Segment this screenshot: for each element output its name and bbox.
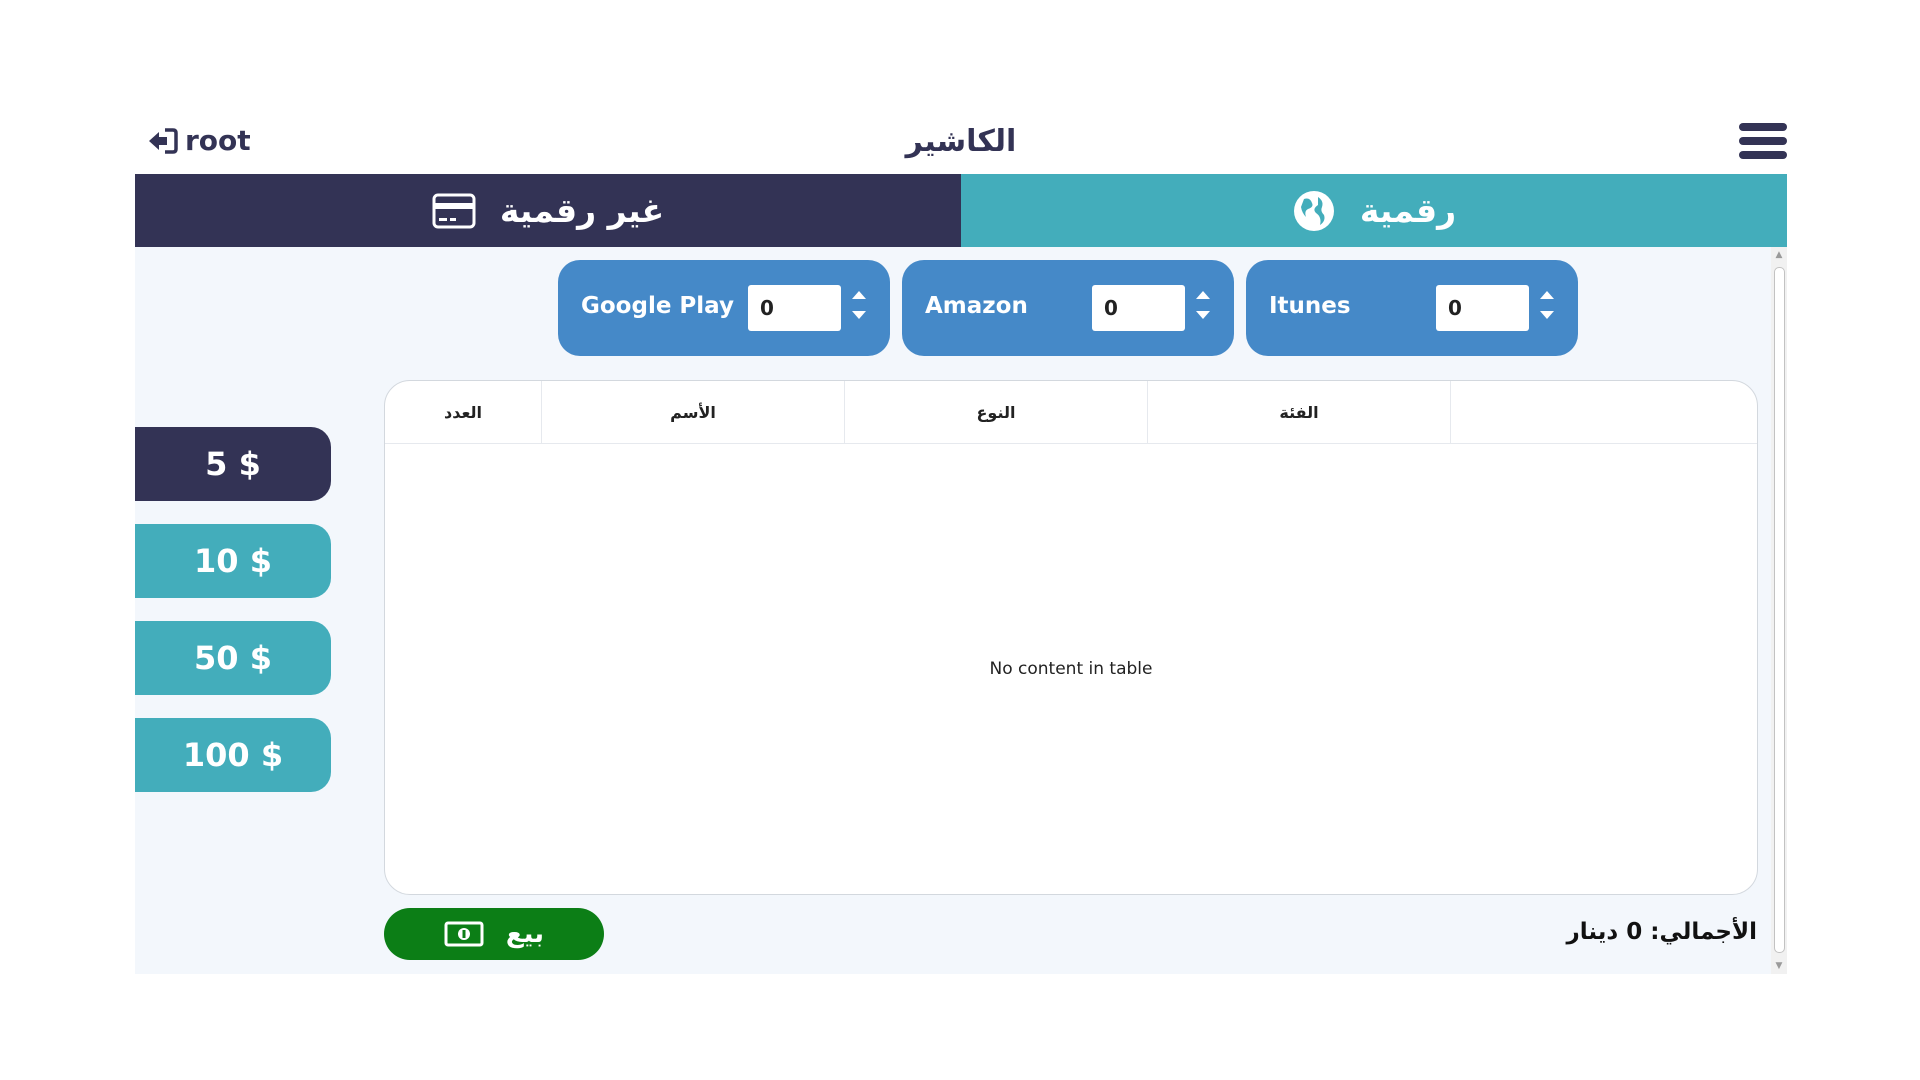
- amount-10-button[interactable]: 10 $: [135, 524, 331, 598]
- column-header-category[interactable]: الفئة: [1148, 381, 1451, 443]
- amount-100-button[interactable]: 100 $: [135, 718, 331, 792]
- store-card-itunes: Itunes: [1246, 260, 1578, 356]
- scroll-up-arrow-icon[interactable]: ▲: [1774, 250, 1784, 260]
- page-title: الكاشير: [905, 124, 1017, 159]
- tab-non-digital[interactable]: غير رقمية: [135, 174, 961, 247]
- store-name: Amazon: [925, 293, 1028, 319]
- column-header-actions: [1451, 381, 1757, 443]
- total-value: 0: [1626, 919, 1643, 945]
- tab-digital[interactable]: رقمية: [961, 174, 1787, 247]
- scroll-down-arrow-icon[interactable]: ▼: [1774, 961, 1784, 971]
- store-name: Google Play: [581, 293, 734, 319]
- store-name: Itunes: [1269, 293, 1351, 319]
- table-header: العدد الأسم النوع الفئة: [385, 381, 1757, 444]
- vertical-scrollbar[interactable]: ▲ ▼: [1771, 247, 1787, 974]
- main-content: Google Play Amazon Itunes 5 $ 10 $ 50 $ …: [135, 247, 1787, 974]
- store-card-google-play: Google Play: [558, 260, 890, 356]
- sell-button-label: بيع: [505, 919, 545, 949]
- sell-button[interactable]: بيع: [384, 908, 604, 960]
- category-tabs: غير رقمية رقمية: [135, 174, 1787, 247]
- globe-icon: [1293, 190, 1334, 231]
- quantity-stepper[interactable]: [1539, 287, 1555, 329]
- tab-non-digital-label: غير رقمية: [499, 191, 665, 230]
- google-play-quantity-input[interactable]: [748, 285, 841, 331]
- header: root الكاشير: [135, 118, 1787, 174]
- column-header-name[interactable]: الأسم: [542, 381, 845, 443]
- hamburger-menu-icon[interactable]: [1739, 123, 1787, 163]
- total-label: الأجمالي:: [1650, 919, 1757, 945]
- quantity-stepper[interactable]: [1195, 287, 1211, 329]
- amount-50-button[interactable]: 50 $: [135, 621, 331, 695]
- amazon-quantity-input[interactable]: [1092, 285, 1185, 331]
- amount-5-button[interactable]: 5 $: [135, 427, 331, 501]
- quantity-stepper[interactable]: [851, 287, 867, 329]
- total-amount: الأجمالي: 0 دينار: [1566, 919, 1757, 945]
- total-currency: دينار: [1566, 919, 1619, 945]
- column-header-type[interactable]: النوع: [845, 381, 1148, 443]
- column-header-count[interactable]: العدد: [385, 381, 542, 443]
- itunes-quantity-input[interactable]: [1436, 285, 1529, 331]
- items-table: العدد الأسم النوع الفئة No content in ta…: [384, 380, 1758, 895]
- table-empty-message: No content in table: [989, 659, 1153, 679]
- credit-card-icon: [432, 193, 476, 228]
- scrollbar-thumb[interactable]: [1774, 267, 1785, 953]
- store-card-amazon: Amazon: [902, 260, 1234, 356]
- tab-digital-label: رقمية: [1359, 191, 1457, 230]
- money-bill-icon: [444, 921, 484, 947]
- amount-buttons: 5 $ 10 $ 50 $ 100 $: [135, 427, 331, 815]
- store-selectors: Google Play Amazon Itunes: [558, 260, 1578, 356]
